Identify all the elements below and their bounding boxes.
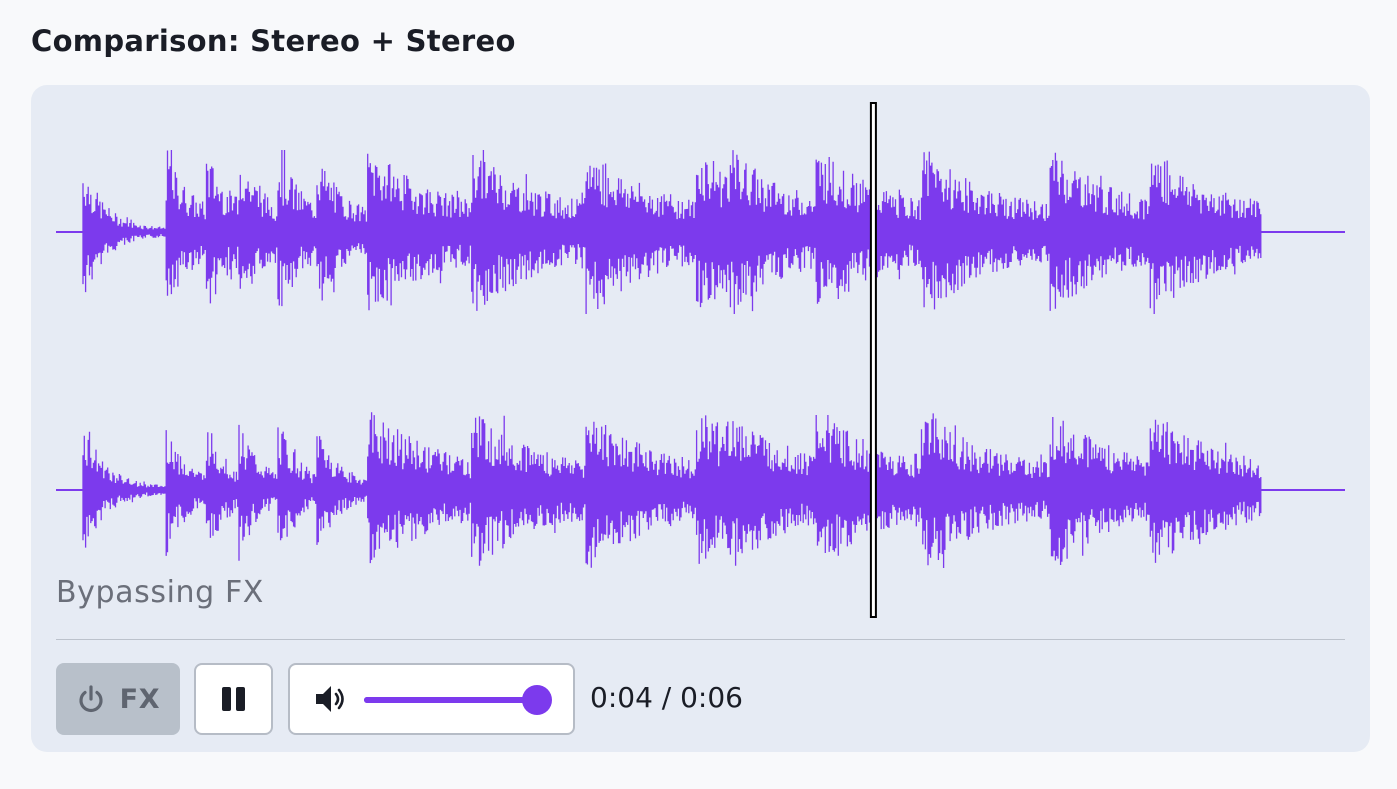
volume-control bbox=[288, 663, 575, 735]
playhead[interactable] bbox=[869, 102, 877, 618]
volume-slider-track[interactable] bbox=[364, 697, 538, 703]
speaker-icon[interactable] bbox=[314, 682, 348, 716]
page-title: Comparison: Stereo + Stereo bbox=[31, 24, 516, 58]
time-display: 0:04 / 0:06 bbox=[590, 681, 743, 714]
fx-button-label: FX bbox=[119, 683, 161, 715]
volume-slider-fill bbox=[364, 697, 538, 703]
bypass-status-text: Bypassing FX bbox=[56, 575, 264, 610]
divider bbox=[56, 639, 1345, 640]
audio-player-card: Bypassing FX FX 0:04 / 0:06 bbox=[31, 85, 1370, 752]
power-icon bbox=[79, 685, 103, 713]
fx-toggle-button[interactable]: FX bbox=[56, 663, 180, 735]
pause-icon bbox=[221, 687, 245, 711]
waveform-display[interactable] bbox=[31, 85, 1370, 630]
volume-slider-thumb[interactable] bbox=[522, 685, 552, 715]
pause-button[interactable] bbox=[194, 663, 273, 735]
